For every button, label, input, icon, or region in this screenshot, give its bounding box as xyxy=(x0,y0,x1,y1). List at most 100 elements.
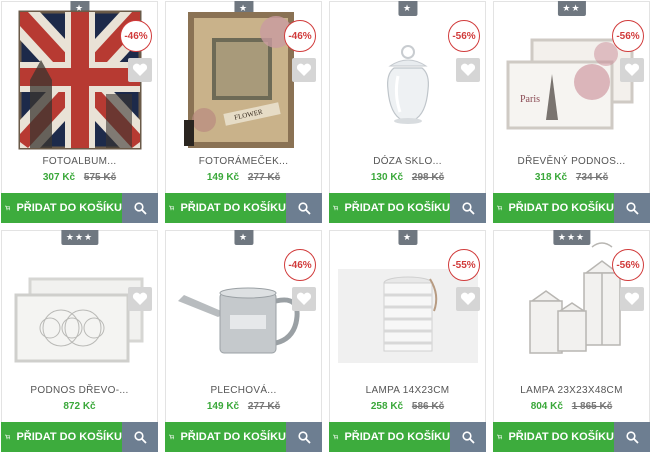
product-card[interactable]: ★ -46% FOTOALBUM... 307 Kč 575 Kč PŘIDAT… xyxy=(1,1,158,223)
heart-icon xyxy=(624,292,640,305)
add-to-cart-button[interactable]: PŘIDAT DO KOŠÍKU xyxy=(1,422,122,452)
product-name[interactable]: PLECHOVÁ... xyxy=(166,385,321,396)
old-price: 1 865 Kč xyxy=(571,401,613,412)
heart-icon xyxy=(296,292,312,305)
quick-view-button[interactable] xyxy=(286,193,322,223)
quick-view-button[interactable] xyxy=(614,193,650,223)
add-to-cart-label: PŘIDAT DO KOŠÍKU xyxy=(180,431,286,443)
heart-icon xyxy=(132,63,148,76)
product-name[interactable]: DÓZA SKLO... xyxy=(330,156,485,167)
product-card[interactable]: ★ -56% DÓZA SKLO... 130 Kč 298 Kč PŘIDAT… xyxy=(329,1,486,223)
product-name[interactable]: DŘEVĚNÝ PODNOS... xyxy=(494,156,649,167)
cart-icon xyxy=(497,205,503,211)
product-card[interactable]: ★ -55% LAMPA 14X23CM 258 Kč 586 Kč PŘIDA… xyxy=(329,230,486,452)
add-to-cart-button[interactable]: PŘIDAT DO KOŠÍKU xyxy=(493,193,614,223)
product-name[interactable]: LAMPA 23X23X48CM xyxy=(494,385,649,396)
add-to-cart-label: PŘIDAT DO KOŠÍKU xyxy=(508,202,614,214)
wishlist-button[interactable] xyxy=(620,287,644,311)
add-to-cart-label: PŘIDAT DO KOŠÍKU xyxy=(344,431,450,443)
quick-view-button[interactable] xyxy=(614,422,650,452)
wishlist-button[interactable] xyxy=(128,287,152,311)
product-grid: ★ -46% FOTOALBUM... 307 Kč 575 Kč PŘIDAT… xyxy=(0,0,650,453)
product-name[interactable]: FOTORÁMEČEK... xyxy=(166,156,321,167)
discount-badge: -56% xyxy=(612,20,644,52)
quick-view-button[interactable] xyxy=(450,193,486,223)
add-to-cart-button[interactable]: PŘIDAT DO KOŠÍKU xyxy=(165,422,286,452)
wishlist-button[interactable] xyxy=(456,58,480,82)
current-price: 149 Kč xyxy=(206,401,240,412)
wishlist-button[interactable] xyxy=(128,58,152,82)
discount-badge: -46% xyxy=(284,20,316,52)
quick-view-button[interactable] xyxy=(450,422,486,452)
wishlist-button[interactable] xyxy=(620,58,644,82)
add-to-cart-button[interactable]: PŘIDAT DO KOŠÍKU xyxy=(329,193,450,223)
current-price: 258 Kč xyxy=(370,401,404,412)
old-price: 277 Kč xyxy=(247,172,281,183)
product-name[interactable]: LAMPA 14X23CM xyxy=(330,385,485,396)
discount-badge: -46% xyxy=(284,249,316,281)
search-icon xyxy=(461,201,475,215)
price-row: 804 Kč 1 865 Kč xyxy=(494,401,649,412)
quick-view-button[interactable] xyxy=(122,422,158,452)
current-price: 149 Kč xyxy=(206,172,240,183)
wishlist-button[interactable] xyxy=(456,287,480,311)
heart-icon xyxy=(460,63,476,76)
cart-icon xyxy=(333,434,339,440)
add-to-cart-label: PŘIDAT DO KOŠÍKU xyxy=(344,202,450,214)
old-price: 575 Kč xyxy=(83,172,117,183)
price-row: 258 Kč 586 Kč xyxy=(330,401,485,412)
search-icon xyxy=(133,430,147,444)
old-price: 277 Kč xyxy=(247,401,281,412)
cart-icon xyxy=(5,434,11,440)
heart-icon xyxy=(296,63,312,76)
add-to-cart-button[interactable]: PŘIDAT DO KOŠÍKU xyxy=(165,193,286,223)
discount-badge: -56% xyxy=(612,249,644,281)
add-to-cart-button[interactable]: PŘIDAT DO KOŠÍKU xyxy=(329,422,450,452)
search-icon xyxy=(133,201,147,215)
current-price: 318 Kč xyxy=(534,172,568,183)
cart-icon xyxy=(169,434,175,440)
discount-badge: -55% xyxy=(448,249,480,281)
add-to-cart-label: PŘIDAT DO KOŠÍKU xyxy=(16,431,122,443)
quick-view-button[interactable] xyxy=(122,193,158,223)
cart-icon xyxy=(5,205,11,211)
heart-icon xyxy=(460,292,476,305)
cart-icon xyxy=(497,434,503,440)
cart-icon xyxy=(169,205,175,211)
svg-text:Paris: Paris xyxy=(520,94,540,105)
product-card[interactable]: ★★★ -56% LAMPA 23X23X48CM 804 Kč 1 865 K… xyxy=(493,230,650,452)
price-row: 149 Kč 277 Kč xyxy=(166,401,321,412)
search-icon xyxy=(297,430,311,444)
search-icon xyxy=(461,430,475,444)
search-icon xyxy=(625,430,639,444)
cart-icon xyxy=(333,205,339,211)
product-card[interactable]: ★★ Paris -56% DŘEVĚNÝ PODNOS... 318 Kč 7… xyxy=(493,1,650,223)
add-to-cart-label: PŘIDAT DO KOŠÍKU xyxy=(180,202,286,214)
search-icon xyxy=(297,201,311,215)
search-icon xyxy=(625,201,639,215)
current-price: 307 Kč xyxy=(42,172,76,183)
wishlist-button[interactable] xyxy=(292,58,316,82)
discount-badge: -46% xyxy=(120,20,152,52)
product-card[interactable]: ★★★ PODNOS DŘEVO-... 872 Kč PŘIDAT DO KO… xyxy=(1,230,158,452)
old-price: 298 Kč xyxy=(411,172,445,183)
current-price: 804 Kč xyxy=(530,401,563,412)
add-to-cart-label: PŘIDAT DO KOŠÍKU xyxy=(16,202,122,214)
product-card[interactable]: ★ FLOWER -46% FOTORÁMEČEK... 149 Kč 277 … xyxy=(165,1,322,223)
add-to-cart-label: PŘIDAT DO KOŠÍKU xyxy=(508,431,614,443)
current-price: 130 Kč xyxy=(370,172,404,183)
price-row: 318 Kč 734 Kč xyxy=(494,172,649,183)
heart-icon xyxy=(132,292,148,305)
quick-view-button[interactable] xyxy=(286,422,322,452)
add-to-cart-button[interactable]: PŘIDAT DO KOŠÍKU xyxy=(1,193,122,223)
product-name[interactable]: PODNOS DŘEVO-... xyxy=(2,385,157,396)
product-name[interactable]: FOTOALBUM... xyxy=(2,156,157,167)
price-row: 307 Kč 575 Kč xyxy=(2,172,157,183)
old-price: 586 Kč xyxy=(411,401,445,412)
price-row: 149 Kč 277 Kč xyxy=(166,172,321,183)
price-row: 130 Kč 298 Kč xyxy=(330,172,485,183)
add-to-cart-button[interactable]: PŘIDAT DO KOŠÍKU xyxy=(493,422,614,452)
wishlist-button[interactable] xyxy=(292,287,316,311)
product-card[interactable]: ★ -46% PLECHOVÁ... 149 Kč 277 Kč PŘIDAT … xyxy=(165,230,322,452)
discount-badge: -56% xyxy=(448,20,480,52)
